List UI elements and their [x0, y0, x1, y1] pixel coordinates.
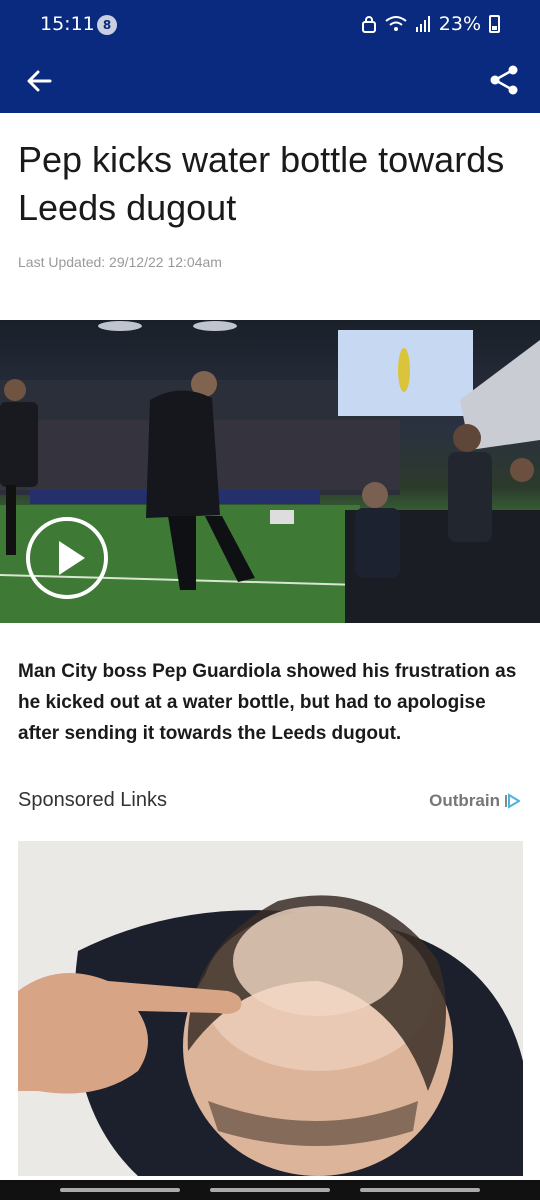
nav-home-indicator[interactable] [210, 1188, 330, 1192]
video-thumbnail[interactable] [0, 320, 540, 623]
app-bar [0, 50, 540, 113]
sponsored-links-label: Sponsored Links [18, 789, 167, 811]
ad-photo [18, 841, 523, 1176]
article-summary: Man City boss Pep Guardiola showed his f… [18, 661, 517, 744]
play-icon[interactable] [26, 517, 108, 599]
status-bar: 15:11 8 23% [0, 0, 540, 50]
signal-icon [415, 16, 430, 32]
status-time: 15:11 [40, 13, 95, 35]
notification-badge: 8 [97, 15, 117, 35]
status-icons: 23% [361, 13, 500, 35]
system-nav-bar [0, 1180, 540, 1200]
outbrain-label: Outbrain [429, 791, 500, 810]
nav-back-indicator[interactable] [360, 1188, 480, 1192]
last-updated: Last Updated: 29/12/22 12:04am [18, 254, 222, 270]
battery-percent: 23% [438, 13, 481, 35]
outbrain-icon [505, 793, 520, 809]
article-headline: Pep kicks water bottle towards Leeds dug… [18, 139, 505, 228]
battery-icon [489, 15, 500, 33]
wifi-icon [385, 16, 407, 31]
sponsored-ad-image[interactable] [18, 841, 523, 1176]
lock-icon [361, 16, 376, 33]
share-icon[interactable] [486, 62, 522, 98]
outbrain-link[interactable]: Outbrain [429, 791, 520, 811]
arrow-left-icon[interactable] [22, 63, 58, 99]
nav-recents-indicator[interactable] [60, 1188, 180, 1192]
